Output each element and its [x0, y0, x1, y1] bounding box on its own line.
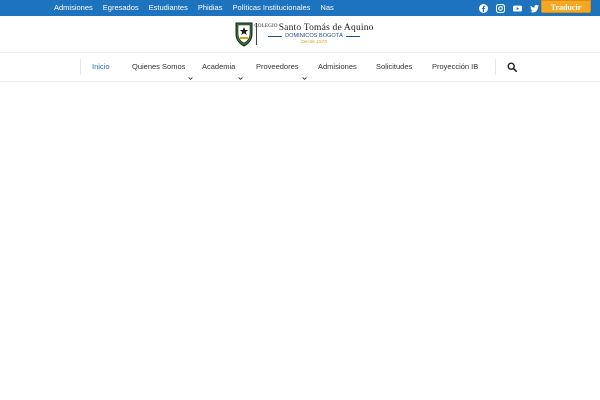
nav-item-proveedores[interactable]: Proveedores: [256, 53, 307, 81]
nav-item-label: Proveedores: [256, 62, 299, 71]
twitter-icon[interactable]: [529, 3, 539, 13]
page-content-area: [0, 82, 600, 400]
nav-item-label: Inicio: [92, 62, 110, 71]
logo-subtitle: DOMINICOS BOGOTÁ: [268, 33, 360, 40]
nav-item-proyeccion-ib[interactable]: Proyección IB: [432, 53, 478, 81]
top-link-admisiones[interactable]: Admisiones: [54, 0, 93, 16]
nav-item-admisiones[interactable]: Admisiones: [318, 53, 357, 81]
school-logo[interactable]: COLEGIOSanto Tomás de Aquino DOMINICOS B…: [234, 19, 373, 49]
youtube-icon[interactable]: [512, 3, 522, 13]
translate-button[interactable]: Traducir: [541, 0, 591, 13]
nav-item-academia[interactable]: Academia: [202, 53, 244, 81]
logo-name: COLEGIOSanto Tomás de Aquino: [254, 22, 373, 33]
logo-header: COLEGIOSanto Tomás de Aquino DOMINICOS B…: [0, 16, 600, 53]
top-link-estudiantes[interactable]: Estudiantes: [149, 0, 188, 16]
nav-divider-left: [80, 59, 81, 75]
nav-item-inicio[interactable]: Inicio: [92, 53, 110, 81]
nav-item-label: Quienes Somos: [132, 62, 186, 71]
facebook-icon[interactable]: [478, 3, 488, 13]
crest-icon: [235, 22, 253, 47]
nav-item-label: Solicitudes: [376, 62, 413, 71]
chevron-down-icon: [301, 65, 307, 80]
logo-small-text: COLEGIO: [254, 24, 278, 29]
top-link-politicas[interactable]: Políticas Institucionales: [232, 0, 310, 16]
logo-school-name: Santo Tomás de Aquino: [278, 23, 374, 33]
instagram-icon[interactable]: [495, 3, 505, 13]
chevron-down-icon: [238, 65, 244, 80]
search-icon[interactable]: [507, 62, 517, 72]
nav-item-label: Admisiones: [318, 62, 357, 71]
top-utility-bar: Admisiones Egresados Estudiantes Phidias…: [0, 0, 600, 16]
nav-item-quienes-somos[interactable]: Quienes Somos: [132, 53, 194, 81]
top-links: Admisiones Egresados Estudiantes Phidias…: [54, 0, 334, 16]
nav-item-label: Academia: [202, 62, 236, 71]
top-link-egresados[interactable]: Egresados: [103, 0, 139, 16]
top-link-nas[interactable]: Nas: [320, 0, 333, 16]
logo-sub-text: DOMINICOS BOGOTÁ: [285, 33, 343, 39]
logo-text: COLEGIOSanto Tomás de Aquino DOMINICOS B…: [254, 22, 373, 46]
main-navigation: Inicio Quienes Somos Academia Proveedore…: [0, 53, 600, 82]
top-link-phidias[interactable]: Phidias: [198, 0, 223, 16]
chevron-down-icon: [188, 65, 194, 80]
nav-item-label: Proyección IB: [432, 62, 479, 71]
nav-item-solicitudes[interactable]: Solicitudes: [376, 53, 412, 81]
nav-divider-right: [495, 59, 496, 75]
logo-since: Desde 1573: [301, 40, 327, 45]
